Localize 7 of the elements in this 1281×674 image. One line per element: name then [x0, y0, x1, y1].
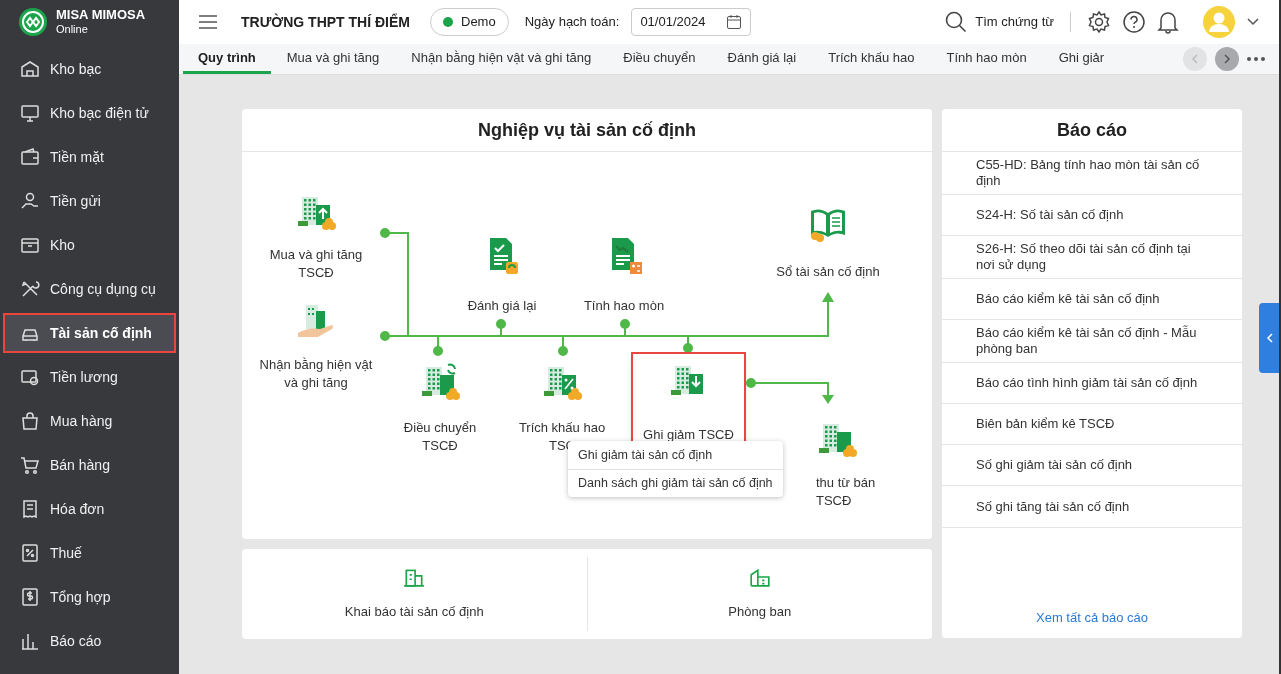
brand-name: MISA MIMOSA	[56, 7, 146, 24]
date-label: Ngày hạch toán:	[524, 13, 620, 32]
panel-title: Báo cáo	[942, 109, 1242, 152]
school-name: TRƯỜNG THPT THÍ ĐIỂM	[241, 12, 410, 32]
node-label: Ghi giảm TSCĐ	[643, 426, 734, 444]
panel-title: Nghiệp vụ tài sản cố định	[242, 109, 932, 152]
brand-subtitle: Online	[56, 23, 89, 37]
